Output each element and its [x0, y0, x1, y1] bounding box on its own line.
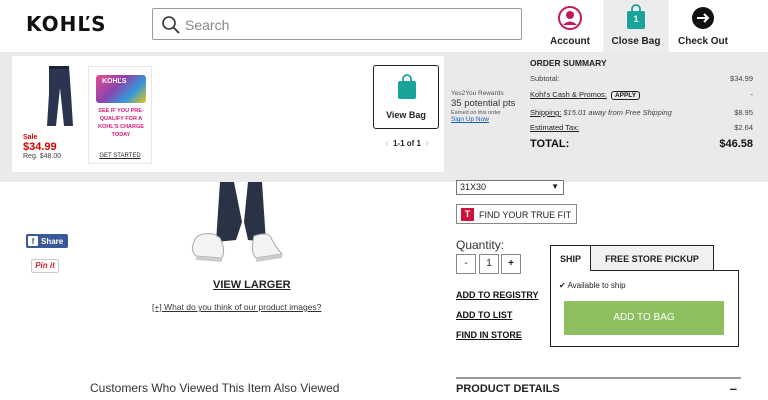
quantity-label: Quantity:	[456, 238, 505, 252]
facebook-icon: f	[28, 236, 38, 246]
checkmark-icon: ✔	[559, 281, 566, 290]
view-bag-label: View Bag	[386, 110, 426, 120]
shipping-note: $15.01 away from Free Shipping	[563, 108, 672, 117]
size-value: 31X30	[460, 182, 487, 192]
view-bag-button[interactable]: View Bag	[373, 65, 439, 129]
regular-price: Reg. $48.00	[23, 153, 62, 160]
shipping-value: $8.95	[734, 108, 753, 117]
tax-label[interactable]: Estimated Tax:	[530, 123, 579, 132]
dropdown-caret-icon: ▼	[551, 182, 559, 191]
sale-price: $34.99	[23, 141, 57, 153]
total-label: TOTAL:	[530, 138, 570, 150]
shopping-bag-icon	[398, 74, 416, 99]
account-label: Account	[550, 36, 590, 47]
subtotal-row: Subtotal: $34.99	[530, 74, 753, 83]
pager-next-icon[interactable]: ›	[425, 138, 428, 149]
total-value: $46.58	[719, 138, 753, 150]
true-fit-button[interactable]: T FIND YOUR TRUE FIT	[456, 204, 577, 224]
truefit-icon: T	[461, 208, 474, 221]
find-in-store-link[interactable]: FIND IN STORE	[456, 330, 522, 340]
promos-row: Kohl's Cash & Promos: APPLY -	[530, 90, 753, 100]
sale-label: Sale	[23, 134, 38, 141]
image-feedback-link[interactable]: [+] What do you think of our product ima…	[152, 302, 321, 312]
dropdown-shadow	[0, 172, 444, 182]
qty-increase-button[interactable]: +	[501, 254, 521, 274]
tab-ship[interactable]: SHIP	[550, 245, 591, 271]
shipping-label[interactable]: Shipping:	[530, 108, 561, 117]
promos-label[interactable]: Kohl's Cash & Promos:	[530, 90, 607, 99]
pager-text: 1-1 of 1	[392, 139, 421, 148]
view-larger-link[interactable]: VIEW LARGER	[213, 279, 291, 291]
pinterest-button[interactable]: Pin it	[31, 259, 59, 273]
total-row: TOTAL: $46.58	[530, 138, 753, 150]
kohls-charge-promo[interactable]: KOHĽS SEE IF YOU PRE-QUALIFY FOR A KOHL'…	[88, 66, 152, 164]
rewards-signup-link[interactable]: Sign Up Now	[451, 116, 531, 123]
collapse-icon[interactable]: –	[730, 381, 737, 396]
shipping-row: Shipping: $15.01 away from Free Shipping…	[530, 108, 753, 117]
tab-free-store-pickup[interactable]: FREE STORE PICKUP	[590, 245, 714, 271]
search-placeholder: Search	[185, 17, 230, 33]
order-summary-title: ORDER SUMMARY	[530, 58, 607, 68]
search-icon	[162, 16, 180, 34]
bag-count: 1	[633, 14, 639, 24]
availability-row: ✔ Available to ship	[559, 281, 626, 290]
share-label: Share	[41, 237, 64, 246]
availability-text: Available to ship	[567, 281, 626, 290]
promos-value: -	[750, 90, 754, 99]
qty-input[interactable]: 1	[479, 254, 499, 274]
kohls-logo[interactable]: KOHĽS	[26, 12, 107, 36]
rewards-title: Yes2You Rewards	[451, 90, 504, 97]
size-select[interactable]: 31X30 ▼	[456, 180, 564, 195]
also-viewed-heading: Customers Who Viewed This Item Also View…	[90, 381, 340, 395]
close-bag-button[interactable]: 1 Close Bag	[603, 0, 669, 52]
add-to-registry-link[interactable]: ADD TO REGISTRY	[456, 290, 539, 300]
jeans-thumbnail[interactable]	[35, 64, 85, 128]
ship-panel: ✔ Available to ship ADD TO BAG	[550, 270, 739, 347]
search-input[interactable]: Search	[152, 8, 522, 40]
bag-dropdown: Sale $34.99 Reg. $48.00 KOHĽS SEE IF YOU…	[12, 56, 444, 172]
subtotal-label: Subtotal:	[530, 74, 560, 83]
card-logo-text: KOHĽS	[102, 78, 127, 85]
product-details-accordion[interactable]: PRODUCT DETAILS –	[456, 377, 741, 397]
account-icon	[558, 6, 582, 30]
product-image[interactable]	[186, 182, 296, 270]
tax-row: Estimated Tax: $2.64	[530, 123, 753, 132]
add-to-list-link[interactable]: ADD TO LIST	[456, 310, 512, 320]
checkout-label: Check Out	[677, 36, 728, 47]
apply-button[interactable]: APPLY	[610, 91, 641, 100]
close-bag-label: Close Bag	[611, 36, 661, 47]
site-header: KOHĽS Search Account 1 Close Bag Check O…	[0, 0, 768, 52]
pager-prev-icon[interactable]: ‹	[385, 138, 388, 149]
get-started-link[interactable]: GET STARTED	[89, 153, 151, 159]
kohls-card-image: KOHĽS	[96, 75, 146, 103]
truefit-label: FIND YOUR TRUE FIT	[479, 210, 572, 220]
checkout-button[interactable]: Check Out	[670, 0, 736, 52]
add-to-bag-button[interactable]: ADD TO BAG	[564, 301, 724, 335]
arrow-right-circle-icon	[692, 7, 714, 29]
product-details-title: PRODUCT DETAILS	[456, 383, 560, 395]
rewards-points: 35 potential pts	[451, 98, 516, 109]
bag-pager: ‹ 1-1 of 1 ›	[372, 138, 442, 149]
subtotal-value: $34.99	[730, 74, 753, 83]
card-promo-text: SEE IF YOU PRE-QUALIFY FOR A KOHL'S CHAR…	[98, 108, 144, 138]
facebook-share-button[interactable]: f Share	[26, 234, 68, 248]
qty-decrease-button[interactable]: -	[456, 254, 476, 274]
account-button[interactable]: Account	[538, 0, 602, 52]
tax-value: $2.64	[734, 123, 753, 132]
rewards-block: Yes2You Rewards 35 potential pts Earned …	[451, 90, 531, 123]
